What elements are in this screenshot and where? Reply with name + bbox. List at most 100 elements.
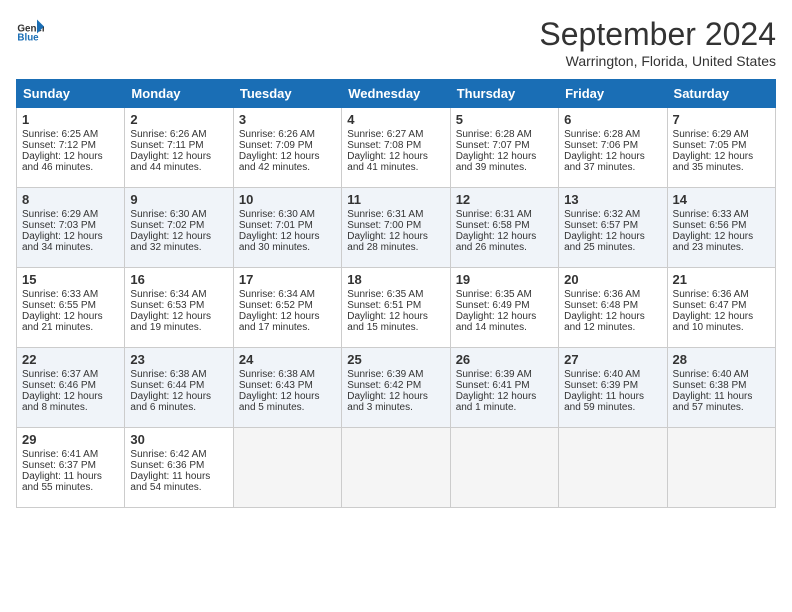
- daylight-label: Daylight: 11 hours and 59 minutes.: [564, 391, 644, 413]
- sunrise: Sunrise: 6:27 AM: [347, 129, 423, 140]
- week-row-3: 15Sunrise: 6:33 AMSunset: 6:55 PMDayligh…: [17, 268, 776, 348]
- calendar-cell: 3Sunrise: 6:26 AMSunset: 7:09 PMDaylight…: [233, 108, 341, 188]
- sunset: Sunset: 6:57 PM: [564, 220, 638, 231]
- sunset: Sunset: 6:41 PM: [456, 380, 530, 391]
- sunset: Sunset: 6:39 PM: [564, 380, 638, 391]
- daylight-label: Daylight: 11 hours and 57 minutes.: [673, 391, 753, 413]
- calendar-cell: 20Sunrise: 6:36 AMSunset: 6:48 PMDayligh…: [559, 268, 667, 348]
- day-number: 21: [673, 272, 770, 287]
- calendar-cell: 13Sunrise: 6:32 AMSunset: 6:57 PMDayligh…: [559, 188, 667, 268]
- day-number: 19: [456, 272, 553, 287]
- calendar-cell: 11Sunrise: 6:31 AMSunset: 7:00 PMDayligh…: [342, 188, 450, 268]
- sunset: Sunset: 7:11 PM: [130, 140, 203, 151]
- day-number: 2: [130, 112, 227, 127]
- daylight-label: Daylight: 12 hours and 10 minutes.: [673, 311, 754, 333]
- calendar-cell: 14 Sunrise: 6:33 AMSunset: 6:56 PMDayligh…: [667, 188, 775, 268]
- calendar-cell: 7Sunrise: 6:29 AMSunset: 7:05 PMDaylight…: [667, 108, 775, 188]
- daylight-label: Daylight: 12 hours and 44 minutes.: [130, 151, 211, 173]
- calendar-cell: [667, 428, 775, 508]
- sunset: Sunset: 6:56 PM: [673, 220, 747, 231]
- sunrise: Sunrise: 6:28 AM: [564, 129, 640, 140]
- calendar-cell: 27Sunrise: 6:40 AMSunset: 6:39 PMDayligh…: [559, 348, 667, 428]
- sunset: Sunset: 6:44 PM: [130, 380, 204, 391]
- col-header-saturday: Saturday: [667, 80, 775, 108]
- day-number: 23: [130, 352, 227, 367]
- calendar-cell: [233, 428, 341, 508]
- calendar-cell: 17Sunrise: 6:34 AMSunset: 6:52 PMDayligh…: [233, 268, 341, 348]
- sunrise: Sunrise: 6:37 AM: [22, 369, 98, 380]
- daylight-label: Daylight: 11 hours and 55 minutes.: [22, 471, 102, 493]
- calendar-cell: 15Sunrise: 6:33 AMSunset: 6:55 PMDayligh…: [17, 268, 125, 348]
- daylight-label: Daylight: 12 hours and 3 minutes.: [347, 391, 428, 413]
- calendar-cell: 6Sunrise: 6:28 AMSunset: 7:06 PMDaylight…: [559, 108, 667, 188]
- daylight-label: Daylight: 12 hours and 34 minutes.: [22, 231, 103, 253]
- calendar-cell: 24Sunrise: 6:38 AMSunset: 6:43 PMDayligh…: [233, 348, 341, 428]
- sunset: Sunset: 7:03 PM: [22, 220, 96, 231]
- daylight-label: Daylight: 12 hours and 5 minutes.: [239, 391, 320, 413]
- daylight-label: Daylight: 12 hours and 26 minutes.: [456, 231, 537, 253]
- sunrise: Sunrise: 6:33 AM: [22, 289, 98, 300]
- day-number: 8: [22, 192, 119, 207]
- daylight-label: Daylight: 12 hours and 35 minutes.: [673, 151, 754, 173]
- sunset: Sunset: 6:42 PM: [347, 380, 421, 391]
- sunrise: Sunrise: 6:40 AM: [564, 369, 640, 380]
- calendar-cell: [342, 428, 450, 508]
- day-number: 14: [673, 192, 770, 207]
- daylight-label: Daylight: 12 hours and 28 minutes.: [347, 231, 428, 253]
- daylight-label: Daylight: 12 hours and 6 minutes.: [130, 391, 211, 413]
- sunrise: Sunrise: 6:39 AM: [347, 369, 423, 380]
- sunrise: Sunrise: 6:34 AM: [239, 289, 315, 300]
- calendar-cell: 10Sunrise: 6:30 AMSunset: 7:01 PMDayligh…: [233, 188, 341, 268]
- calendar-cell: 9Sunrise: 6:30 AMSunset: 7:02 PMDaylight…: [125, 188, 233, 268]
- daylight-label: Daylight: 12 hours and 30 minutes.: [239, 231, 320, 253]
- sunrise: Sunrise: 6:35 AM: [347, 289, 423, 300]
- sunset: Sunset: 6:55 PM: [22, 300, 96, 311]
- sunset: Sunset: 6:36 PM: [130, 460, 204, 471]
- sunrise: Sunrise: 6:40 AM: [673, 369, 749, 380]
- daylight-label: Daylight: 12 hours and 19 minutes.: [130, 311, 211, 333]
- svg-text:Blue: Blue: [17, 33, 39, 44]
- logo-icon: General Blue: [16, 16, 44, 44]
- calendar-cell: 1Sunrise: 6:25 AMSunset: 7:12 PMDaylight…: [17, 108, 125, 188]
- week-row-1: 1Sunrise: 6:25 AMSunset: 7:12 PMDaylight…: [17, 108, 776, 188]
- daylight-label: Daylight: 12 hours and 23 minutes.: [673, 231, 754, 253]
- sunrise: Sunrise: 6:35 AM: [456, 289, 532, 300]
- day-number: 10: [239, 192, 336, 207]
- calendar-cell: 22Sunrise: 6:37 AMSunset: 6:46 PMDayligh…: [17, 348, 125, 428]
- sunset: Sunset: 6:47 PM: [673, 300, 747, 311]
- calendar-cell: 26Sunrise: 6:39 AMSunset: 6:41 PMDayligh…: [450, 348, 558, 428]
- sunset: Sunset: 7:06 PM: [564, 140, 638, 151]
- calendar-cell: 2Sunrise: 6:26 AMSunset: 7:11 PMDaylight…: [125, 108, 233, 188]
- daylight-label: Daylight: 12 hours and 8 minutes.: [22, 391, 103, 413]
- daylight-label: Daylight: 12 hours and 39 minutes.: [456, 151, 537, 173]
- sunrise: Sunrise: 6:32 AM: [564, 209, 640, 220]
- sunset: Sunset: 6:58 PM: [456, 220, 530, 231]
- day-number: 5: [456, 112, 553, 127]
- day-number: 25: [347, 352, 444, 367]
- daylight-label: Daylight: 12 hours and 17 minutes.: [239, 311, 320, 333]
- col-header-thursday: Thursday: [450, 80, 558, 108]
- day-number: 12: [456, 192, 553, 207]
- sunrise: Sunrise: 6:28 AM: [456, 129, 532, 140]
- week-row-4: 22Sunrise: 6:37 AMSunset: 6:46 PMDayligh…: [17, 348, 776, 428]
- sunrise: Sunrise: 6:33 AM: [673, 209, 749, 220]
- calendar-cell: 29Sunrise: 6:41 AMSunset: 6:37 PMDayligh…: [17, 428, 125, 508]
- daylight-label: Daylight: 12 hours and 41 minutes.: [347, 151, 428, 173]
- month-title: September 2024: [539, 16, 776, 53]
- daylight-label: Daylight: 11 hours and 54 minutes.: [130, 471, 210, 493]
- calendar-cell: 8Sunrise: 6:29 AMSunset: 7:03 PMDaylight…: [17, 188, 125, 268]
- sunset: Sunset: 6:38 PM: [673, 380, 747, 391]
- sunset: Sunset: 6:51 PM: [347, 300, 421, 311]
- sunset: Sunset: 6:52 PM: [239, 300, 313, 311]
- daylight-label: Daylight: 12 hours and 1 minute.: [456, 391, 537, 413]
- sunset: Sunset: 7:05 PM: [673, 140, 747, 151]
- sunrise: Sunrise: 6:42 AM: [130, 449, 206, 460]
- sunset: Sunset: 7:07 PM: [456, 140, 530, 151]
- sunset: Sunset: 7:02 PM: [130, 220, 204, 231]
- calendar-cell: 25 Sunrise: 6:39 AMSunset: 6:42 PMDayligh…: [342, 348, 450, 428]
- col-header-monday: Monday: [125, 80, 233, 108]
- sunrise: Sunrise: 6:39 AM: [456, 369, 532, 380]
- sunset: Sunset: 7:09 PM: [239, 140, 313, 151]
- sunrise: Sunrise: 6:29 AM: [673, 129, 749, 140]
- calendar-cell: 28Sunrise: 6:40 AMSunset: 6:38 PMDayligh…: [667, 348, 775, 428]
